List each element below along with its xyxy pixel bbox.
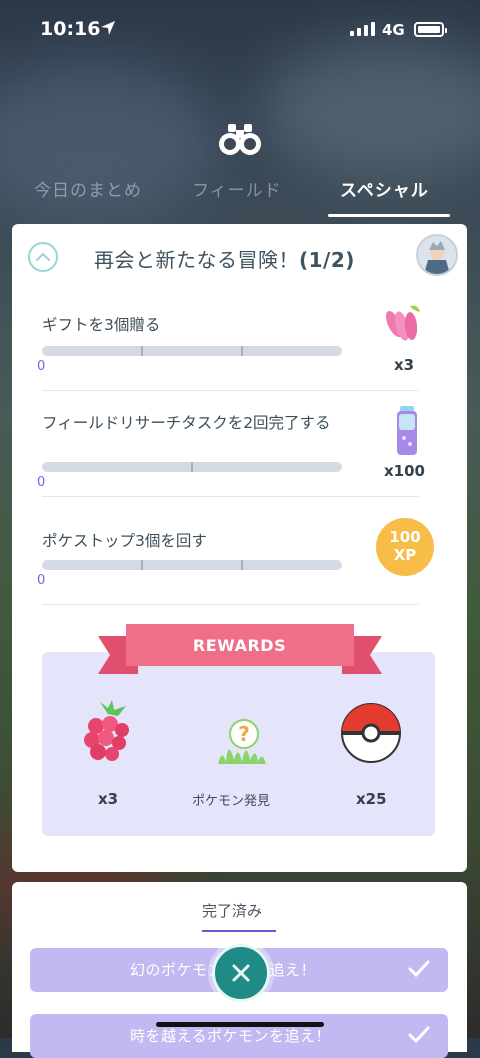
tab-special[interactable]: スペシャル xyxy=(340,176,429,201)
reward-label: ポケモン発見 xyxy=(192,794,271,809)
active-tab-indicator xyxy=(328,214,450,217)
battery-icon xyxy=(414,22,447,37)
razz-berry-icon xyxy=(78,700,138,770)
stardust-icon xyxy=(396,406,418,460)
task-progress-bar xyxy=(42,462,342,472)
reward-label: x3 xyxy=(98,790,119,808)
collapse-button[interactable] xyxy=(28,242,58,272)
poke-ball-icon xyxy=(340,702,402,768)
research-title-text: 再会と新たなる冒険！ xyxy=(94,248,299,272)
tab-field[interactable]: フィールド xyxy=(192,176,282,201)
divider xyxy=(42,604,419,605)
completed-tab[interactable]: 完了済み xyxy=(202,900,262,921)
svg-text:?: ? xyxy=(238,722,250,746)
home-indicator[interactable] xyxy=(156,1022,324,1027)
task-progress: 0 xyxy=(37,573,46,588)
network-type: 4G xyxy=(382,21,405,39)
research-tabs: 今日のまとめ フィールド スペシャル xyxy=(0,170,480,220)
pinap-berry-icon xyxy=(382,302,426,350)
status-time: 10:16 xyxy=(40,18,101,40)
professor-avatar-icon[interactable] xyxy=(416,234,458,276)
reward-quantity: x3 xyxy=(394,356,415,374)
research-step: (1/2) xyxy=(299,248,355,272)
task-text: ポケストップ3個を回す xyxy=(42,532,207,550)
completed-research-item[interactable]: 時を越えるポケモンを追え！ xyxy=(30,1014,448,1058)
close-button[interactable] xyxy=(212,944,270,1002)
special-research-card: 再会と新たなる冒険！(1/2) ギフトを3個贈る 0 x3 フィールドリサーチタ xyxy=(12,224,467,872)
checkmark-icon xyxy=(408,960,430,978)
task-row: ギフトを3個贈る 0 x3 xyxy=(37,305,440,384)
research-title: 再会と新たなる冒険！(1/2) xyxy=(94,244,355,273)
binoculars-icon xyxy=(218,122,262,162)
task-row: ポケストップ3個を回す 0 100 XP xyxy=(37,518,440,600)
close-icon xyxy=(232,964,250,982)
task-text: フィールドリサーチタスクを2回完了する xyxy=(42,414,331,432)
location-arrow-icon xyxy=(100,20,116,40)
cellular-signal-icon xyxy=(350,22,375,36)
completed-research-title: 時を越えるポケモンを追え！ xyxy=(130,1027,332,1045)
reward-quantity: x100 xyxy=(384,462,425,480)
reward-label: x25 xyxy=(356,790,387,808)
xp-icon: 100 XP xyxy=(376,518,434,576)
status-bar: 10:16 4G xyxy=(0,0,480,64)
completed-tab-indicator xyxy=(202,930,276,932)
rewards-banner: REWARDS xyxy=(192,636,287,655)
task-text: ギフトを3個贈る xyxy=(42,316,161,334)
chevron-up-icon xyxy=(36,252,50,261)
divider xyxy=(42,390,419,391)
task-progress: 0 xyxy=(37,475,46,490)
tab-today[interactable]: 今日のまとめ xyxy=(34,176,142,201)
mystery-pokemon-encounter-icon: ? xyxy=(212,708,272,772)
task-progress-bar xyxy=(42,560,342,570)
task-progress-bar xyxy=(42,346,342,356)
task-row: フィールドリサーチタスクを2回完了する 0 x100 xyxy=(37,406,440,492)
task-progress: 0 xyxy=(37,359,46,374)
divider xyxy=(42,496,419,497)
checkmark-icon xyxy=(408,1026,430,1044)
